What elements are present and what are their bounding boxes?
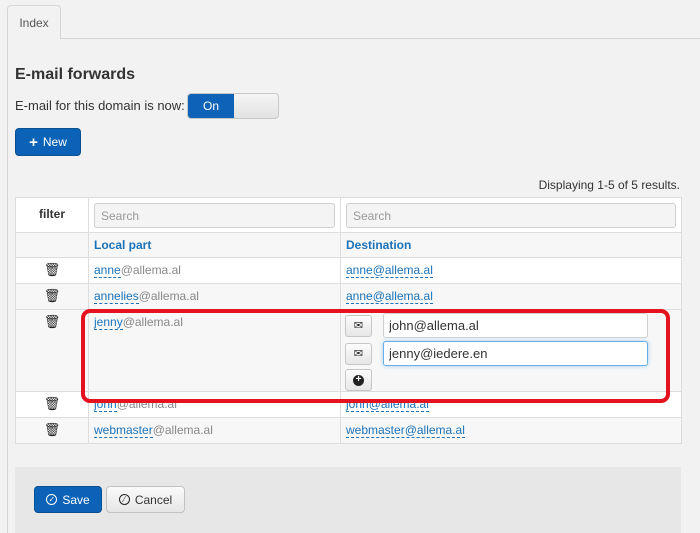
plus-circle-icon[interactable]: +	[345, 369, 372, 391]
local-part-link[interactable]: jenny	[94, 315, 123, 330]
table-row: 🗑 john@allema.al john@allema.al	[15, 391, 682, 418]
trash-icon[interactable]: 🗑	[15, 417, 89, 444]
column-header-destination[interactable]: Destination	[340, 232, 682, 258]
tab-index[interactable]: Index	[7, 5, 61, 39]
table-row: 🗑 anne@allema.al anne@allema.al	[15, 257, 682, 284]
envelope-icon[interactable]: ✉	[345, 342, 372, 365]
new-button[interactable]: + New	[15, 128, 81, 156]
envelope-icon[interactable]: ✉	[345, 314, 372, 337]
tab-label: Index	[19, 16, 49, 30]
table-row-editing: 🗑 jenny@allema.al ✉ ✉ +	[15, 309, 682, 392]
local-part-link[interactable]: webmaster	[94, 423, 153, 438]
search-local-input[interactable]	[94, 203, 335, 228]
destination-link[interactable]: john@allema.al	[346, 397, 429, 412]
domain-suffix: @allema.al	[120, 263, 181, 277]
destination-input[interactable]	[383, 341, 648, 366]
destination-input[interactable]	[383, 313, 648, 338]
domain-suffix: @allema.al	[122, 315, 183, 329]
destination-edit-line: ✉	[345, 341, 681, 366]
filter-row: filter	[15, 197, 682, 233]
add-destination-line: +	[345, 369, 681, 391]
new-button-label: New	[42, 135, 67, 149]
search-destination-input[interactable]	[346, 203, 676, 228]
column-header-local-part[interactable]: Local part	[88, 232, 341, 258]
page-title: E-mail forwards	[15, 66, 136, 83]
destination-link[interactable]: anne@allema.al	[346, 263, 433, 278]
domain-email-toggle[interactable]: On	[187, 93, 279, 119]
plus-icon: +	[29, 133, 38, 151]
domain-suffix: @allema.al	[138, 289, 199, 303]
toggle-on-label: On	[188, 94, 234, 118]
domain-suffix: @allema.al	[152, 423, 213, 437]
destination-link[interactable]: webmaster@allema.al	[346, 423, 465, 438]
cancel-button-label: Cancel	[134, 492, 173, 507]
save-button-label: Save	[62, 492, 90, 507]
trash-icon[interactable]: 🗑	[15, 309, 89, 392]
destination-link[interactable]: anne@allema.al	[346, 289, 433, 304]
forwards-table: filter Local part Destination 🗑 anne@all…	[15, 197, 682, 444]
local-part-link[interactable]: john	[94, 397, 117, 412]
toggle-off-handle	[234, 94, 278, 118]
results-summary: Displaying 1-5 of 5 results.	[538, 178, 680, 192]
trash-icon[interactable]: 🗑	[15, 283, 89, 310]
header-row: Local part Destination	[15, 232, 682, 258]
domain-suffix: @allema.al	[116, 397, 177, 411]
local-part-link[interactable]: anne	[94, 263, 121, 278]
filter-label: filter	[15, 197, 89, 233]
cancel-button[interactable]: ⁄ Cancel	[106, 486, 185, 513]
trash-icon[interactable]: 🗑	[15, 391, 89, 418]
table-row: 🗑 webmaster@allema.al webmaster@allema.a…	[15, 417, 682, 444]
trash-icon[interactable]: 🗑	[15, 257, 89, 284]
check-circle-icon: ✓	[46, 494, 58, 505]
local-part-link[interactable]: annelies	[94, 289, 139, 304]
domain-status-label: E-mail for this domain is now:	[15, 98, 185, 113]
destination-edit-line: ✉	[345, 313, 681, 338]
cancel-circle-icon: ⁄	[118, 494, 130, 505]
table-row: 🗑 annelies@allema.al anne@allema.al	[15, 283, 682, 310]
save-button[interactable]: ✓ Save	[34, 486, 102, 513]
